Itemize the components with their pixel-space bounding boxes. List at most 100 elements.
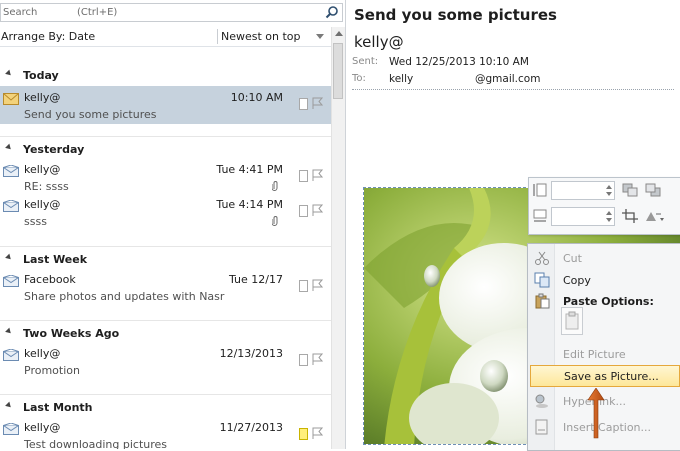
category-box-yellow[interactable]: [299, 428, 308, 440]
flag-icon[interactable]: [311, 96, 323, 110]
text-wrap-icon[interactable]: [645, 209, 664, 225]
message-row[interactable]: kelly@ Test downloading pictures 11/27/2…: [0, 416, 331, 449]
search-shortcut: (Ctrl+E): [77, 7, 118, 18]
category-box[interactable]: [299, 354, 308, 366]
category-box[interactable]: [299, 98, 308, 110]
spin-down-icon[interactable]: [606, 218, 612, 222]
hyperlink-icon: [535, 394, 548, 408]
send-backward-icon[interactable]: [645, 183, 663, 199]
chevron-down-icon[interactable]: [316, 34, 324, 39]
group-label: Last Month: [23, 401, 93, 414]
envelope-open-icon: [3, 200, 19, 212]
menu-item-copy[interactable]: Copy: [528, 269, 680, 291]
message-time: Tue 12/17: [229, 273, 283, 286]
group-divider: [0, 320, 331, 321]
message-subject: Send you some pictures: [24, 108, 157, 121]
flag-icon[interactable]: [311, 352, 323, 366]
to-recipient[interactable]: kelly: [389, 73, 413, 85]
header-divider: [352, 89, 674, 90]
message-sender: Facebook: [24, 273, 76, 286]
paste-option-button[interactable]: [561, 307, 583, 335]
group-label: Today: [23, 69, 59, 82]
arrange-by-button[interactable]: Arrange By: Date: [1, 30, 95, 43]
to-recipient-domain[interactable]: @gmail.com: [475, 73, 540, 85]
group-divider: [0, 246, 331, 247]
group-header-yesterday[interactable]: Yesterday: [0, 136, 331, 160]
message-sender: kelly@: [24, 198, 61, 211]
flag-icon[interactable]: [311, 203, 323, 217]
group-header-last-week[interactable]: Last Week: [0, 246, 331, 270]
height-spinner[interactable]: [551, 181, 615, 200]
envelope-open-icon: [3, 423, 19, 435]
bring-forward-icon[interactable]: [622, 183, 640, 199]
message-row[interactable]: kelly@ ssss Tue 4:14 PM: [0, 193, 331, 231]
group-header-today[interactable]: Today: [0, 66, 331, 86]
collapse-triangle-icon[interactable]: [5, 327, 13, 336]
message-time: 11/27/2013: [219, 421, 283, 434]
collapse-triangle-icon[interactable]: [5, 253, 13, 262]
message-subject: ssss: [24, 215, 47, 228]
search-icon[interactable]: [325, 5, 339, 19]
sent-value: Wed 12/25/2013 10:10 AM: [389, 56, 529, 68]
reading-pane: Send you some pictures kelly@ Sent: Wed …: [346, 0, 680, 451]
collapse-triangle-icon[interactable]: [5, 143, 13, 152]
category-box[interactable]: [299, 280, 308, 292]
message-list-scrollbar[interactable]: [331, 27, 345, 449]
category-box[interactable]: [299, 170, 308, 182]
flag-icon[interactable]: [311, 168, 323, 182]
mini-toolbar: [528, 177, 680, 235]
menu-item-cut[interactable]: Cut: [528, 247, 680, 269]
message-sender: kelly@: [24, 347, 61, 360]
message-row[interactable]: Facebook Share photos and updates with N…: [0, 268, 331, 306]
spin-up-icon[interactable]: [606, 185, 612, 189]
message-subject: Promotion: [24, 364, 80, 377]
envelope-icon: [3, 93, 19, 105]
to-label: To:: [352, 73, 366, 84]
scissors-icon: [535, 251, 549, 265]
arrange-bar: Arrange By: Date Newest on top: [0, 27, 331, 47]
arrange-separator: [217, 29, 218, 44]
menu-item-save-as-picture[interactable]: Save as Picture...: [530, 365, 680, 387]
message-time: Tue 4:14 PM: [216, 198, 283, 211]
envelope-open-icon: [3, 275, 19, 287]
category-box[interactable]: [299, 205, 308, 217]
crop-icon[interactable]: [622, 209, 640, 225]
sort-order-button[interactable]: Newest on top: [221, 30, 301, 43]
message-subject: RE: ssss: [24, 180, 69, 193]
message-row[interactable]: kelly@ RE: ssss Tue 4:41 PM: [0, 158, 331, 196]
group-header-two-weeks-ago[interactable]: Two Weeks Ago: [0, 320, 331, 344]
flag-icon[interactable]: [311, 426, 323, 440]
message-row[interactable]: kelly@ Send you some pictures 10:10 AM: [0, 86, 331, 124]
message-sender-name[interactable]: kelly@: [354, 33, 404, 51]
message-row[interactable]: kelly@ Promotion 12/13/2013: [0, 342, 331, 380]
spin-down-icon[interactable]: [606, 192, 612, 196]
attachment-icon: [272, 216, 278, 226]
attachment-icon: [272, 181, 278, 191]
width-icon: [532, 208, 550, 224]
message-subject-heading: Send you some pictures: [354, 6, 557, 24]
group-label: Last Week: [23, 253, 88, 266]
message-sender: kelly@: [24, 91, 61, 104]
scroll-thumb[interactable]: [333, 43, 343, 99]
copy-icon: [534, 272, 550, 288]
message-subject: Share photos and updates with Nasr: [24, 290, 225, 303]
sent-label: Sent:: [352, 56, 379, 67]
collapse-triangle-icon[interactable]: [5, 401, 13, 410]
group-label: Yesterday: [23, 143, 85, 156]
group-label: Two Weeks Ago: [23, 327, 120, 340]
group-header-last-month[interactable]: Last Month: [0, 394, 331, 418]
menu-item-label: Save as Picture...: [564, 370, 659, 383]
envelope-open-icon: [3, 165, 19, 177]
flag-icon[interactable]: [311, 278, 323, 292]
width-spinner[interactable]: [551, 207, 615, 226]
search-box[interactable]: Search (Ctrl+E): [0, 3, 343, 22]
arrow-up-icon: [587, 388, 605, 439]
collapse-triangle-icon[interactable]: [5, 69, 13, 78]
menu-item-edit-picture[interactable]: Edit Picture: [528, 343, 680, 365]
message-sender: kelly@: [24, 163, 61, 176]
spin-up-icon[interactable]: [606, 211, 612, 215]
scroll-up-icon[interactable]: [335, 31, 343, 36]
message-time: 12/13/2013: [219, 347, 283, 360]
search-placeholder[interactable]: Search: [3, 7, 37, 18]
clipboard-icon: [565, 311, 579, 330]
